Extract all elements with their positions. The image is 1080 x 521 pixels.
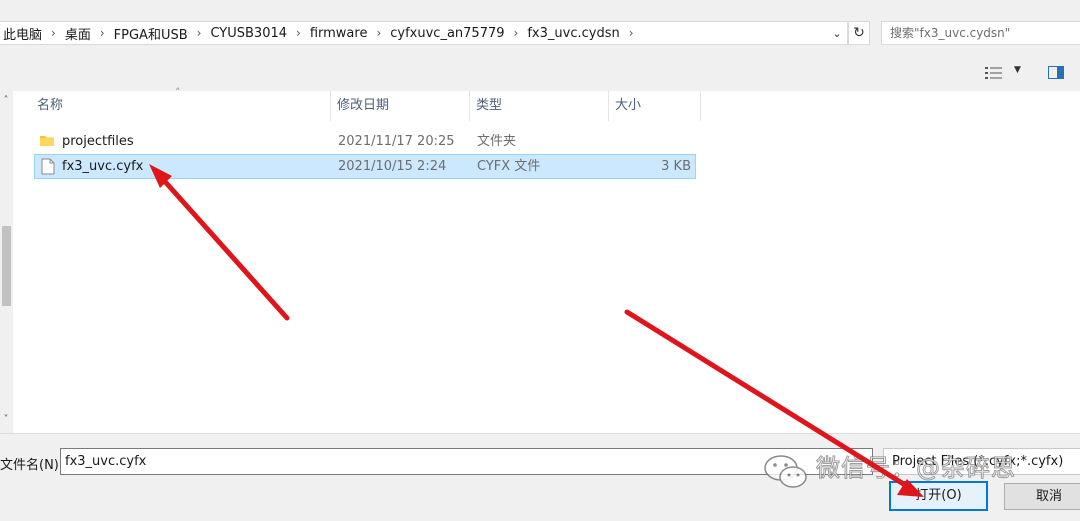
- breadcrumb-item[interactable]: 此电脑: [0, 24, 45, 43]
- chevron-down-icon[interactable]: ⌄: [828, 21, 846, 45]
- breadcrumb-item[interactable]: 桌面: [62, 24, 94, 43]
- column-header-name[interactable]: 名称: [31, 91, 331, 121]
- preview-pane-icon[interactable]: [1048, 66, 1064, 79]
- chevron-right-icon[interactable]: ›: [290, 26, 307, 40]
- view-dropdown-icon[interactable]: ▼: [1014, 65, 1021, 75]
- file-size: 3 KB: [661, 159, 691, 174]
- chevron-right-icon[interactable]: ›: [508, 26, 525, 40]
- search-field[interactable]: [881, 21, 1080, 45]
- filename-input[interactable]: [61, 449, 872, 474]
- scrollbar-thumb[interactable]: [2, 226, 11, 306]
- scroll-down-icon[interactable]: ˅: [0, 414, 12, 425]
- folder-icon: [40, 136, 54, 146]
- refresh-icon[interactable]: ↻: [848, 21, 870, 45]
- breadcrumb-item[interactable]: cyfxuvc_an75779: [387, 26, 507, 41]
- file-type: CYFX 文件: [477, 159, 541, 174]
- chevron-right-icon[interactable]: ›: [45, 26, 62, 40]
- chevron-right-icon[interactable]: ›: [191, 26, 208, 40]
- breadcrumb-item[interactable]: firmware: [307, 26, 371, 41]
- chevron-right-icon[interactable]: ›: [94, 26, 111, 40]
- list-item[interactable]: projectfiles 2021/11/17 20:25 文件夹: [34, 129, 696, 154]
- chevron-right-icon[interactable]: ›: [370, 26, 387, 40]
- search-input[interactable]: [882, 22, 1080, 44]
- view-toolbar: [0, 55, 1080, 91]
- open-button[interactable]: 打开(O): [889, 481, 988, 511]
- scroll-up-icon[interactable]: ˄: [0, 95, 12, 106]
- file-icon: [41, 158, 55, 175]
- file-modified: 2021/11/17 20:25: [338, 134, 455, 149]
- cancel-button[interactable]: 取消: [1004, 483, 1080, 510]
- address-bar[interactable]: 此电脑 › 桌面 › FPGA和USB › CYUSB3014 › firmwa…: [0, 21, 848, 45]
- chevron-right-icon[interactable]: ›: [623, 26, 640, 40]
- column-header-size[interactable]: 大小: [609, 91, 701, 121]
- filename-field[interactable]: [60, 448, 873, 475]
- file-name: projectfiles: [62, 134, 134, 149]
- breadcrumb-item[interactable]: fx3_uvc.cydsn: [524, 26, 622, 41]
- wechat-logo-icon: [764, 455, 807, 488]
- breadcrumb-item[interactable]: FPGA和USB: [111, 24, 191, 43]
- breadcrumb-item[interactable]: CYUSB3014: [207, 26, 290, 41]
- column-header-type[interactable]: 类型: [470, 91, 609, 121]
- details-view-icon[interactable]: [985, 66, 1003, 80]
- column-header-modified[interactable]: 修改日期: [331, 91, 470, 121]
- list-item-selected[interactable]: fx3_uvc.cyfx 2021/10/15 2:24 CYFX 文件 3 K…: [34, 154, 696, 179]
- file-type: 文件夹: [477, 134, 517, 149]
- file-name: fx3_uvc.cyfx: [62, 159, 144, 174]
- watermark-text: 微信号：@杂碎思: [816, 454, 1016, 483]
- file-modified: 2021/10/15 2:24: [338, 159, 447, 174]
- filename-label: 文件名(N):: [0, 458, 64, 473]
